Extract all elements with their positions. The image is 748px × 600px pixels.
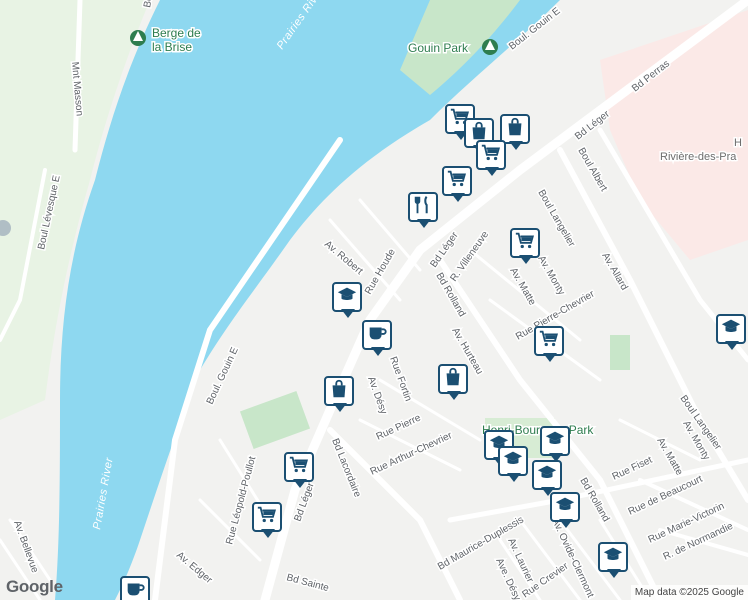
map-pin-pointer bbox=[341, 309, 355, 318]
google-logo: Google bbox=[6, 577, 63, 596]
map-pin-shopping-cart[interactable] bbox=[252, 502, 286, 542]
map-pin-school[interactable] bbox=[716, 314, 748, 354]
green-lot-2 bbox=[610, 335, 630, 370]
map-pin-box bbox=[362, 320, 392, 350]
map-pin-box bbox=[476, 140, 506, 170]
map-pin-box bbox=[442, 166, 472, 196]
map-attribution[interactable]: Map data ©2025 Google bbox=[630, 585, 748, 600]
map-pin-shopping-bag[interactable] bbox=[438, 364, 472, 404]
map-pin-box bbox=[252, 502, 282, 532]
school-icon bbox=[602, 544, 624, 571]
shopping-cart-icon bbox=[480, 142, 502, 169]
map-pin-pointer bbox=[485, 167, 499, 176]
school-icon bbox=[502, 448, 524, 475]
map-pin-shopping-cart[interactable] bbox=[476, 140, 510, 180]
map-pin-box bbox=[598, 542, 628, 572]
map-pin-shopping-cart[interactable] bbox=[442, 166, 476, 206]
map-pin-pointer bbox=[371, 347, 385, 356]
park-tree-icon bbox=[130, 30, 146, 46]
shopping-cart-icon bbox=[446, 168, 468, 195]
map-pin-pointer bbox=[725, 341, 739, 350]
hospital-label: Rivière-des-Pra bbox=[660, 151, 737, 163]
map-pin-box bbox=[540, 426, 570, 456]
gouin-park-label: Gouin Park bbox=[408, 41, 469, 55]
restaurant-icon bbox=[412, 194, 434, 221]
attribution-text: Map data ©2025 Google bbox=[634, 587, 744, 598]
shopping-bag-icon bbox=[442, 366, 464, 393]
map-pin-school[interactable] bbox=[498, 446, 532, 486]
map-pin-pointer bbox=[333, 403, 347, 412]
hospital-prefix-label: H bbox=[734, 137, 742, 149]
school-icon bbox=[554, 494, 576, 521]
cafe-icon bbox=[124, 578, 146, 600]
school-icon bbox=[336, 284, 358, 311]
map-pin-pointer bbox=[293, 479, 307, 488]
map-pin-box bbox=[284, 452, 314, 482]
map-pin-pointer bbox=[519, 255, 533, 264]
map-pin-pointer bbox=[507, 473, 521, 482]
berge-park-label-2: la Brise bbox=[152, 40, 192, 54]
map-pin-pointer bbox=[543, 353, 557, 362]
shopping-cart-icon bbox=[288, 454, 310, 481]
school-icon bbox=[720, 316, 742, 343]
map-pin-school[interactable] bbox=[332, 282, 366, 322]
map-pin-box bbox=[498, 446, 528, 476]
map-pin-pointer bbox=[607, 569, 621, 578]
map-pin-shopping-cart[interactable] bbox=[534, 326, 568, 366]
map-pin-school[interactable] bbox=[598, 542, 632, 582]
map-pin-shopping-bag[interactable] bbox=[324, 376, 358, 416]
berge-park-label-1: Berge de bbox=[152, 26, 201, 40]
map-pin-box bbox=[716, 314, 746, 344]
map-pin-pointer bbox=[509, 141, 523, 150]
map-pin-box bbox=[550, 492, 580, 522]
map-pin-shopping-cart[interactable] bbox=[284, 452, 318, 492]
map-pin-box bbox=[532, 460, 562, 490]
map-pin-school[interactable] bbox=[550, 492, 584, 532]
map-pin-pointer bbox=[447, 391, 461, 400]
map-pin-box bbox=[438, 364, 468, 394]
park-tree-icon bbox=[482, 39, 498, 55]
map-pin-cafe[interactable] bbox=[120, 576, 154, 600]
map-pin-shopping-cart[interactable] bbox=[510, 228, 544, 268]
shopping-bag-icon bbox=[328, 378, 350, 405]
map-pin-cafe[interactable] bbox=[362, 320, 396, 360]
shopping-cart-icon bbox=[256, 504, 278, 531]
map-pin-box bbox=[332, 282, 362, 312]
shopping-cart-icon bbox=[538, 328, 560, 355]
map-pin-pointer bbox=[417, 219, 431, 228]
school-icon bbox=[536, 462, 558, 489]
map-pin-pointer bbox=[559, 519, 573, 528]
map-base-layer: Prairies River Prairies River Berge de l… bbox=[0, 0, 748, 600]
map-pin-pointer bbox=[261, 529, 275, 538]
map-pin-pointer bbox=[451, 193, 465, 202]
map-pin-box bbox=[510, 228, 540, 258]
map-pin-box bbox=[324, 376, 354, 406]
cafe-icon bbox=[366, 322, 388, 349]
shopping-bag-icon bbox=[504, 116, 526, 143]
map-pin-box bbox=[120, 576, 150, 600]
school-icon bbox=[544, 428, 566, 455]
map-pin-box bbox=[534, 326, 564, 356]
shopping-cart-icon bbox=[514, 230, 536, 257]
map-canvas[interactable]: Prairies River Prairies River Berge de l… bbox=[0, 0, 748, 600]
map-pin-box bbox=[408, 192, 438, 222]
map-pin-restaurant[interactable] bbox=[408, 192, 442, 232]
